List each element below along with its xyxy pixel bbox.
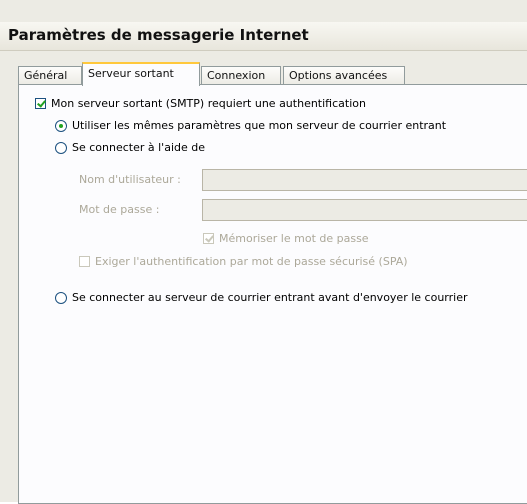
log-on-using-label: Se connecter à l'aide de	[72, 141, 205, 154]
tab-advanced-label: Options avancées	[289, 69, 388, 82]
tab-outgoing-server[interactable]: Serveur sortant	[82, 62, 200, 86]
remember-password-label: Mémoriser le mot de passe	[219, 232, 369, 245]
log-on-incoming-radio[interactable]	[55, 291, 67, 304]
password-label: Mot de passe :	[79, 203, 160, 216]
username-field[interactable]	[202, 169, 527, 191]
same-settings-radio[interactable]	[55, 119, 67, 132]
spa-option[interactable]: Exiger l'authentification par mot de pas…	[79, 255, 408, 268]
tab-general-label: Général	[24, 69, 68, 82]
remember-password-option[interactable]: Mémoriser le mot de passe	[203, 232, 369, 245]
same-settings-option[interactable]: Utiliser les mêmes paramètres que mon se…	[55, 119, 446, 132]
smtp-auth-option[interactable]: Mon serveur sortant (SMTP) requiert une …	[35, 97, 366, 110]
spa-label: Exiger l'authentification par mot de pas…	[95, 255, 408, 268]
dialog-title: Paramètres de messagerie Internet	[8, 26, 309, 44]
same-settings-label: Utiliser les mêmes paramètres que mon se…	[72, 119, 447, 132]
spa-checkbox[interactable]	[79, 256, 90, 267]
smtp-auth-label: Mon serveur sortant (SMTP) requiert une …	[51, 97, 366, 110]
tab-connection-label: Connexion	[207, 69, 266, 82]
dialog-title-bar: Paramètres de messagerie Internet	[0, 22, 527, 51]
log-on-using-radio[interactable]	[55, 141, 67, 154]
username-label: Nom d'utilisateur :	[79, 173, 181, 186]
smtp-auth-checkbox[interactable]	[35, 98, 46, 109]
log-on-incoming-label: Se connecter au serveur de courrier entr…	[72, 291, 468, 304]
tab-general[interactable]: Général	[18, 66, 82, 85]
internet-email-settings-dialog: Paramètres de messagerie Internet Généra…	[0, 0, 527, 504]
remember-password-checkbox[interactable]	[203, 233, 214, 244]
log-on-incoming-option[interactable]: Se connecter au serveur de courrier entr…	[55, 291, 468, 304]
tab-advanced[interactable]: Options avancées	[283, 66, 405, 85]
tab-connection[interactable]: Connexion	[201, 66, 281, 85]
password-field[interactable]	[202, 199, 527, 221]
outgoing-server-panel: Mon serveur sortant (SMTP) requiert une …	[18, 84, 527, 504]
tab-outgoing-server-label: Serveur sortant	[88, 67, 174, 80]
password-row: Mot de passe :	[79, 203, 159, 216]
username-row: Nom d'utilisateur :	[79, 173, 181, 186]
log-on-using-option[interactable]: Se connecter à l'aide de	[55, 141, 205, 154]
